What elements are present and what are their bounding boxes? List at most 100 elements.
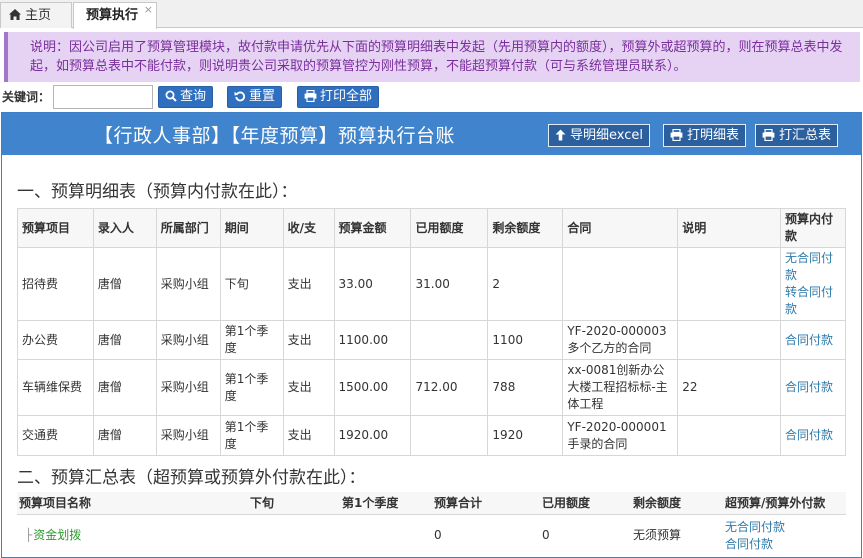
- reset-button[interactable]: 重置: [227, 86, 283, 108]
- cell-pay-action: 合同付款: [780, 359, 846, 416]
- convert-contract-pay-link[interactable]: 转合同付款: [785, 284, 841, 318]
- cell-department: 采购小组: [155, 247, 221, 321]
- col-header-direction: 收/支: [282, 208, 335, 248]
- query-button[interactable]: 查询: [158, 86, 214, 108]
- cell-remaining: 2: [487, 247, 564, 321]
- print-icon: [762, 128, 775, 142]
- close-icon[interactable]: ×: [144, 0, 153, 22]
- print-detail-label: 打明细表: [687, 128, 740, 143]
- cell-item: 车辆维保费: [17, 359, 94, 416]
- notice-banner: 说明：因公司启用了预算管理模块，故付款申请优先从下面的预算明细表中发起（先用预算…: [4, 32, 860, 82]
- col-header-used: 已用额度: [410, 208, 489, 248]
- cell-contract: [562, 247, 679, 321]
- fund-transfer-link[interactable]: 资金划拨: [33, 528, 81, 542]
- col-header-note: 说明: [677, 208, 782, 248]
- col-header-remaining: 剩余额度: [631, 492, 723, 515]
- col-header-action: 超预算/预算外付款: [723, 492, 846, 515]
- table-row: ├资金划拨 0 0 无须预算 无合同付款 合同付款: [17, 514, 846, 557]
- upload-icon: [555, 129, 566, 141]
- cell-total: 0: [434, 528, 442, 543]
- query-button-label: 查询: [180, 89, 207, 104]
- cell-direction: 支出: [282, 415, 335, 456]
- cell-entered-by: 唐僧: [92, 247, 157, 321]
- cell-used: 0: [542, 528, 550, 543]
- cell-period: 第1个季度: [219, 359, 284, 416]
- cell-amount: 1100.00: [333, 320, 412, 360]
- reset-icon: [234, 91, 246, 102]
- cell-contract: YF-2020-000001手录的合同: [562, 415, 679, 456]
- cell-department: 采购小组: [155, 415, 221, 456]
- cell-used: [410, 320, 489, 360]
- col-header-entered-by: 录入人: [92, 208, 157, 248]
- cell-name: ├资金划拨: [17, 514, 248, 557]
- table-row: 交通费 唐僧 采购小组 第1个季度 支出 1920.00 1920 YF-202…: [17, 415, 846, 456]
- cell-item: 招待费: [17, 247, 94, 321]
- col-header-amount: 预算金额: [333, 208, 412, 248]
- tab-budget-execution[interactable]: 预算执行 ×: [73, 2, 157, 29]
- cell-remaining: 788: [487, 359, 564, 416]
- cell-used: 31.00: [410, 247, 489, 321]
- cell-direction: 支出: [282, 359, 335, 416]
- cell-note: [677, 247, 782, 321]
- tree-branch-icon: ├: [25, 528, 33, 543]
- export-excel-button[interactable]: 导明细excel: [548, 124, 650, 147]
- col-header-pay-action: 预算内付款: [780, 208, 846, 248]
- col-header-late: 下旬: [248, 492, 340, 515]
- print-summary-label: 打汇总表: [779, 128, 832, 143]
- cell-pay-action: 无合同付款 转合同付款: [780, 247, 846, 321]
- search-icon: [165, 90, 177, 102]
- cell-item: 办公费: [17, 320, 94, 360]
- budget-detail-table: 预算项目 录入人 所属部门 期间 收/支 预算金额 已用额度 剩余额度 合同 说…: [17, 208, 846, 456]
- contract-pay-link[interactable]: 合同付款: [785, 332, 841, 349]
- summary-header-row: 预算项目名称 下旬 第1个季度 预算合计 已用额度 剩余额度 超预算/预算外付款: [17, 492, 846, 515]
- cell-period: 第1个季度: [219, 320, 284, 360]
- tab-home[interactable]: 主页: [0, 2, 72, 28]
- cell-amount: 1920.00: [333, 415, 412, 456]
- export-excel-label: 导明细excel: [570, 128, 643, 143]
- cell-note: [677, 320, 782, 360]
- detail-header-row: 预算项目 录入人 所属部门 期间 收/支 预算金额 已用额度 剩余额度 合同 说…: [17, 208, 846, 248]
- keyword-input[interactable]: [53, 85, 153, 109]
- cell-direction: 支出: [282, 247, 335, 321]
- print-icon: [304, 89, 317, 103]
- summary-section-title: 二、预算汇总表（超预算或预算外付款在此）：: [17, 468, 366, 488]
- search-toolbar: 关键词： 查询 重置 打印全部: [0, 85, 863, 109]
- home-icon: [9, 9, 21, 20]
- contract-pay-link[interactable]: 合同付款: [785, 427, 841, 444]
- col-header-contract: 合同: [562, 208, 679, 248]
- cell-entered-by: 唐僧: [92, 359, 157, 416]
- print-icon: [670, 128, 683, 142]
- cell-contract: xx-0081创新办公大楼工程招标标-主体工程: [562, 359, 679, 416]
- tab-budget-execution-label: 预算执行: [86, 8, 139, 23]
- col-header-q1: 第1个季度: [340, 492, 432, 515]
- cell-used: 712.00: [410, 359, 489, 416]
- cell-remaining: 1920: [487, 415, 564, 456]
- table-row: 办公费 唐僧 采购小组 第1个季度 支出 1100.00 1100 YF-202…: [17, 320, 846, 360]
- tab-home-label: 主页: [25, 8, 52, 23]
- cell-period: 下旬: [219, 247, 284, 321]
- cell-pay-action: 合同付款: [780, 320, 846, 360]
- cell-q1: [340, 514, 432, 557]
- col-header-name: 预算项目名称: [17, 492, 248, 515]
- pay-without-contract-link[interactable]: 无合同付款: [785, 250, 841, 284]
- contract-pay-link[interactable]: 合同付款: [785, 379, 841, 396]
- print-summary-button[interactable]: 打汇总表: [755, 124, 839, 147]
- cell-amount: 33.00: [333, 247, 412, 321]
- print-all-button[interactable]: 打印全部: [297, 86, 380, 108]
- cell-department: 采购小组: [155, 320, 221, 360]
- reset-button-label: 重置: [249, 89, 276, 104]
- cell-note: 22: [677, 359, 782, 416]
- cell-item: 交通费: [17, 415, 94, 456]
- print-detail-button[interactable]: 打明细表: [663, 124, 747, 147]
- pay-without-contract-link[interactable]: 无合同付款: [725, 519, 844, 536]
- table-row: 招待费 唐僧 采购小组 下旬 支出 33.00 31.00 2 无合同付款 转合…: [17, 247, 846, 321]
- budget-summary-table: 预算项目名称 下旬 第1个季度 预算合计 已用额度 剩余额度 超预算/预算外付款…: [17, 492, 846, 557]
- contract-pay-link[interactable]: 合同付款: [725, 536, 844, 553]
- cell-department: 采购小组: [155, 359, 221, 416]
- col-header-total: 预算合计: [432, 492, 540, 515]
- cell-direction: 支出: [282, 320, 335, 360]
- panel-title: 【行政人事部】【年度预算】预算执行台账: [94, 125, 456, 147]
- cell-entered-by: 唐僧: [92, 320, 157, 360]
- keyword-label: 关键词：: [2, 90, 51, 104]
- cell-amount: 1500.00: [333, 359, 412, 416]
